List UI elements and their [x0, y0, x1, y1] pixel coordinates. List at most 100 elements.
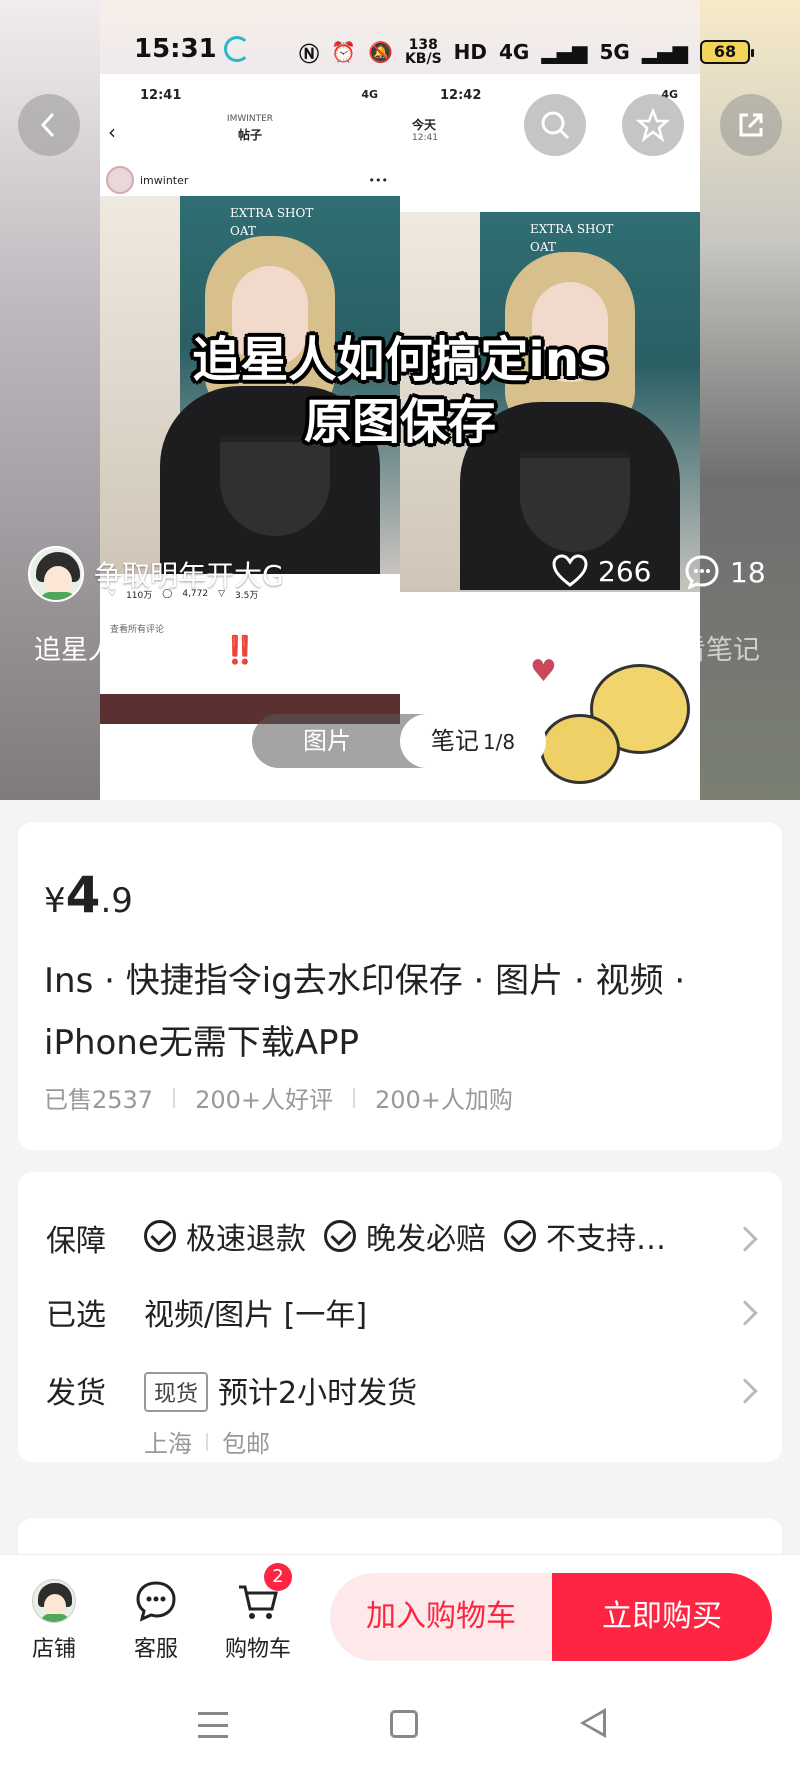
price-integer: 4: [65, 866, 101, 924]
sign-line: EXTRA SHOT: [530, 222, 614, 236]
back-triangle-icon[interactable]: [580, 1708, 606, 1738]
cartoon-sticker: ♥: [520, 654, 700, 800]
media-tabs: 图片 笔记 1/8: [252, 714, 546, 768]
screenshot-username: imwinter: [140, 173, 189, 187]
speed-value: 138: [408, 37, 438, 53]
avatar: [32, 1579, 76, 1623]
favorite-button[interactable]: [622, 94, 684, 156]
add-to-cart-button[interactable]: 加入购物车: [330, 1573, 552, 1661]
status-bar: 15:31 Ⓝ ⏰ 🔕 138 KB/S HD 4G ▂▄▆ 5G ▂▄▆ 68: [0, 28, 800, 76]
double-exclamation-icon: ‼️: [223, 635, 257, 666]
tab-note-label: 笔记: [430, 727, 479, 755]
screenshot-status: 12:41 4G: [100, 74, 400, 114]
sync-icon: [224, 36, 250, 62]
screenshot-network: 4G: [361, 88, 378, 101]
hd-badge: HD: [453, 40, 487, 64]
signal-bars-icon: ▂▄▆: [641, 40, 688, 64]
price-decimal: .9: [100, 881, 133, 921]
cart-count-badge: 2: [264, 1563, 292, 1591]
like-count: 266: [598, 554, 652, 588]
share-button[interactable]: [720, 94, 782, 156]
guarantee-item: 晚发必赔: [324, 1214, 486, 1258]
shipping-label: 发货: [46, 1376, 106, 1411]
buy-now-button[interactable]: 立即购买: [552, 1573, 772, 1661]
screenshot-time: 12:42: [440, 88, 482, 103]
tab-images[interactable]: 图片: [252, 714, 402, 768]
like-button[interactable]: 266: [552, 554, 651, 588]
selected-option[interactable]: 视频/图片 [一年]: [144, 1290, 367, 1334]
in-stock-tag: 现货: [144, 1372, 209, 1412]
check-circle-icon: [324, 1220, 356, 1252]
nfc-icon: Ⓝ: [299, 41, 320, 66]
comment-count: 18: [730, 555, 766, 589]
screenshot-header: 今天: [412, 118, 437, 132]
chevron-right-icon[interactable]: [732, 1378, 758, 1404]
note-author[interactable]: 争取明年开大G: [28, 546, 284, 602]
image-overlay-title: 追星人如何搞定ins 原图保存: [100, 329, 700, 453]
product-title: Ins · 快捷指令ig去水印保存 · 图片 · 视频 · iPhone无需下载…: [44, 961, 686, 1063]
guarantee-item: 不支持…: [504, 1214, 666, 1258]
share-icon: [739, 113, 763, 137]
chat-icon: [134, 1579, 178, 1623]
shop-button[interactable]: 店铺: [14, 1579, 94, 1663]
customer-service-button[interactable]: 客服: [116, 1579, 196, 1663]
battery-indicator: 68: [700, 40, 754, 64]
screenshot-nav-sub: IMWINTER: [226, 114, 274, 124]
tab-note-count: 1/8: [482, 730, 516, 754]
more-icon: •••: [368, 173, 388, 187]
next-card: [18, 1518, 782, 1558]
tab-images-label: 图片: [303, 727, 351, 755]
product-price: ¥4.9: [44, 866, 133, 924]
menu-icon[interactable]: [198, 1712, 228, 1738]
product-image[interactable]: 12:41 4G ‹ IMWINTER 帖子 imwinter ••• EXTR…: [100, 74, 700, 800]
signal-bars-icon: ▂▄▆: [541, 40, 588, 64]
sold-count: 已售2537: [44, 1086, 154, 1114]
service-label: 客服: [133, 1637, 178, 1662]
chevron-right-icon[interactable]: [732, 1300, 758, 1326]
tab-note[interactable]: 笔记 1/8: [400, 714, 546, 768]
mute-icon: 🔕: [368, 40, 393, 64]
note-summary[interactable]: 追星人无所不能‼️轻松搞定无水印ins原…: [34, 628, 614, 667]
avatar: [106, 166, 134, 194]
guarantee-text: 极速退款: [186, 1222, 306, 1257]
alarm-icon: ⏰: [331, 40, 357, 64]
home-icon[interactable]: [390, 1710, 418, 1738]
cart-icon: 2: [236, 1563, 292, 1623]
screenshot-time: 12:41: [140, 88, 182, 103]
screenshot-nav-title: 帖子: [237, 128, 262, 142]
search-button[interactable]: [524, 94, 586, 156]
cart-button[interactable]: 2 购物车: [218, 1563, 298, 1663]
product-summary-card: ¥4.9 Ins · 快捷指令ig去水印保存 · 图片 · 视频 · iPhon…: [18, 822, 782, 1150]
chevron-left-icon: ‹: [108, 120, 116, 144]
comment-button[interactable]: 18: [684, 554, 766, 590]
sticker-figure: [540, 714, 620, 784]
shipping-estimate[interactable]: 预计2小时发货: [218, 1368, 417, 1412]
bottom-action-bar: 店铺 客服 2 购物车 加入购物车 立即购买: [0, 1554, 800, 1684]
check-circle-icon: [504, 1220, 536, 1252]
cart-add-count: 200+人加购: [375, 1086, 513, 1114]
overlay-line: 追星人如何搞定ins: [192, 332, 608, 388]
price-currency: ¥: [44, 881, 66, 921]
avatar-shirt: [40, 592, 76, 600]
speed-unit: KB/S: [404, 51, 442, 67]
note-text-part: 追星人无所不能: [34, 635, 223, 666]
product-media[interactable]: 12:41 4G ‹ IMWINTER 帖子 imwinter ••• EXTR…: [0, 0, 800, 800]
ship-origin: 上海: [144, 1430, 192, 1458]
divider: [353, 1087, 355, 1108]
guarantee-label: 保障: [46, 1224, 106, 1259]
avatar: [28, 546, 84, 602]
search-icon: [541, 111, 570, 140]
check-circle-icon: [144, 1220, 176, 1252]
guarantee-text: 晚发必赔: [366, 1222, 486, 1257]
shop-avatar: [32, 1579, 76, 1623]
avatar-shirt: [41, 1614, 69, 1622]
chevron-left-icon: [40, 112, 55, 138]
system-nav-bar: [0, 1684, 800, 1778]
chevron-right-icon[interactable]: [732, 1226, 758, 1252]
sales-stats: 已售2537 200+人好评 200+人加购: [44, 1080, 513, 1115]
back-button[interactable]: [18, 94, 80, 156]
view-note-link[interactable]: 查看笔记: [652, 628, 760, 667]
heart-icon: [552, 554, 588, 587]
guarantee-row[interactable]: 极速退款 晚发必赔 不支持…: [144, 1214, 666, 1258]
note-text-part: 轻松搞定无水印ins原…: [256, 635, 539, 666]
